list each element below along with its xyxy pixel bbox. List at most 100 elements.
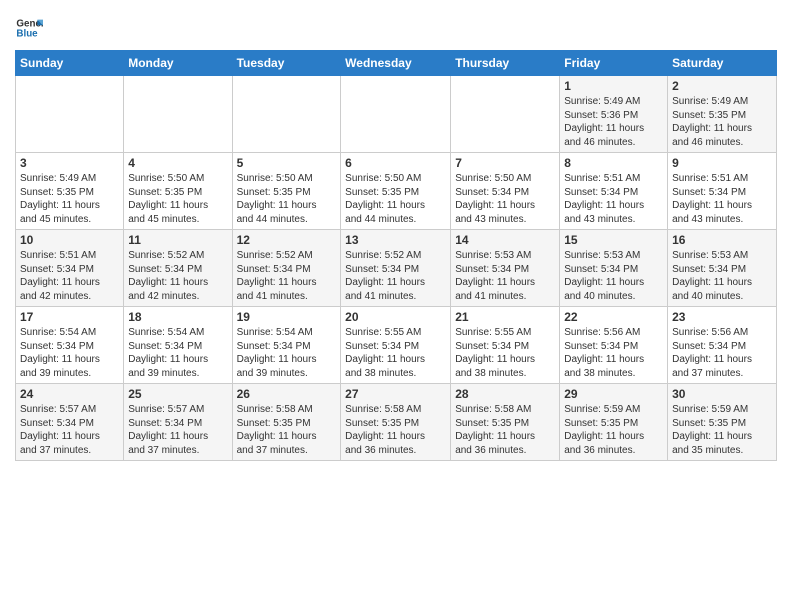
day-info: Sunrise: 5:59 AM Sunset: 5:35 PM Dayligh… xyxy=(672,403,772,457)
day-info: Sunrise: 5:51 AM Sunset: 5:34 PM Dayligh… xyxy=(564,172,663,226)
day-number: 26 xyxy=(237,387,337,401)
day-cell: 23Sunrise: 5:56 AM Sunset: 5:34 PM Dayli… xyxy=(668,307,777,384)
week-row-1: 1 Sunrise: 5:49 AM Sunset: 5:36 PM Daylig… xyxy=(16,76,777,153)
day-number: 28 xyxy=(455,387,555,401)
day-cell: 26 Sunrise: 5:58 AM Sunset: 5:35 PM Dayli… xyxy=(232,384,341,461)
day-cell: 10Sunrise: 5:51 AM Sunset: 5:34 PM Dayli… xyxy=(16,230,124,307)
day-cell: 15 Sunrise: 5:53 AM Sunset: 5:34 PM Dayli… xyxy=(560,230,668,307)
day-info: Sunrise: 5:54 AM Sunset: 5:34 PM Dayligh… xyxy=(237,326,337,380)
day-cell: 19 Sunrise: 5:54 AM Sunset: 5:34 PM Dayli… xyxy=(232,307,341,384)
day-cell: 22Sunrise: 5:56 AM Sunset: 5:34 PM Dayli… xyxy=(560,307,668,384)
day-cell: 13 Sunrise: 5:52 AM Sunset: 5:34 PM Dayli… xyxy=(341,230,451,307)
weekday-header-tuesday: Tuesday xyxy=(232,51,341,76)
day-cell: 30Sunrise: 5:59 AM Sunset: 5:35 PM Dayli… xyxy=(668,384,777,461)
weekday-header-saturday: Saturday xyxy=(668,51,777,76)
day-cell: 4 Sunrise: 5:50 AM Sunset: 5:35 PM Daylig… xyxy=(124,153,232,230)
day-info: Sunrise: 5:50 AM Sunset: 5:34 PM Dayligh… xyxy=(455,172,555,226)
calendar-body: 1 Sunrise: 5:49 AM Sunset: 5:36 PM Daylig… xyxy=(16,76,777,461)
day-cell: 16 Sunrise: 5:53 AM Sunset: 5:34 PM Dayli… xyxy=(668,230,777,307)
day-info: Sunrise: 5:49 AM Sunset: 5:36 PM Dayligh… xyxy=(564,95,663,149)
day-cell: 17 Sunrise: 5:54 AM Sunset: 5:34 PM Dayli… xyxy=(16,307,124,384)
weekday-header-thursday: Thursday xyxy=(451,51,560,76)
day-cell: 27 Sunrise: 5:58 AM Sunset: 5:35 PM Dayli… xyxy=(341,384,451,461)
day-info: Sunrise: 5:55 AM Sunset: 5:34 PM Dayligh… xyxy=(345,326,446,380)
day-info: Sunrise: 5:52 AM Sunset: 5:34 PM Dayligh… xyxy=(237,249,337,303)
day-number: 1 xyxy=(564,79,663,93)
day-info: Sunrise: 5:50 AM Sunset: 5:35 PM Dayligh… xyxy=(237,172,337,226)
day-info: Sunrise: 5:50 AM Sunset: 5:35 PM Dayligh… xyxy=(345,172,446,226)
logo-icon: General Blue xyxy=(15,14,43,42)
day-number: 8 xyxy=(564,156,663,170)
day-info: Sunrise: 5:59 AM Sunset: 5:35 PM Dayligh… xyxy=(564,403,663,457)
day-number: 5 xyxy=(237,156,337,170)
day-number: 2 xyxy=(672,79,772,93)
day-number: 14 xyxy=(455,233,555,247)
day-info: Sunrise: 5:49 AM Sunset: 5:35 PM Dayligh… xyxy=(20,172,119,226)
day-cell: 6 Sunrise: 5:50 AM Sunset: 5:35 PM Daylig… xyxy=(341,153,451,230)
day-number: 20 xyxy=(345,310,446,324)
day-number: 4 xyxy=(128,156,227,170)
day-cell: 18Sunrise: 5:54 AM Sunset: 5:34 PM Dayli… xyxy=(124,307,232,384)
day-number: 12 xyxy=(237,233,337,247)
day-info: Sunrise: 5:53 AM Sunset: 5:34 PM Dayligh… xyxy=(455,249,555,303)
day-cell: 11Sunrise: 5:52 AM Sunset: 5:34 PM Dayli… xyxy=(124,230,232,307)
day-number: 6 xyxy=(345,156,446,170)
header: General Blue xyxy=(15,10,777,42)
day-cell: 7 Sunrise: 5:50 AM Sunset: 5:34 PM Daylig… xyxy=(451,153,560,230)
day-info: Sunrise: 5:57 AM Sunset: 5:34 PM Dayligh… xyxy=(128,403,227,457)
day-info: Sunrise: 5:53 AM Sunset: 5:34 PM Dayligh… xyxy=(564,249,663,303)
day-cell: 8 Sunrise: 5:51 AM Sunset: 5:34 PM Daylig… xyxy=(560,153,668,230)
day-number: 21 xyxy=(455,310,555,324)
day-cell: 24Sunrise: 5:57 AM Sunset: 5:34 PM Dayli… xyxy=(16,384,124,461)
day-number: 11 xyxy=(128,233,227,247)
weekday-header-monday: Monday xyxy=(124,51,232,76)
day-cell: 21 Sunrise: 5:55 AM Sunset: 5:34 PM Dayli… xyxy=(451,307,560,384)
day-cell xyxy=(451,76,560,153)
day-number: 3 xyxy=(20,156,119,170)
day-info: Sunrise: 5:53 AM Sunset: 5:34 PM Dayligh… xyxy=(672,249,772,303)
calendar-table: SundayMondayTuesdayWednesdayThursdayFrid… xyxy=(15,50,777,461)
week-row-3: 10Sunrise: 5:51 AM Sunset: 5:34 PM Dayli… xyxy=(16,230,777,307)
day-number: 25 xyxy=(128,387,227,401)
weekday-header-sunday: Sunday xyxy=(16,51,124,76)
day-number: 17 xyxy=(20,310,119,324)
day-number: 19 xyxy=(237,310,337,324)
day-number: 24 xyxy=(20,387,119,401)
day-info: Sunrise: 5:54 AM Sunset: 5:34 PM Dayligh… xyxy=(128,326,227,380)
day-number: 23 xyxy=(672,310,772,324)
day-number: 16 xyxy=(672,233,772,247)
week-row-4: 17 Sunrise: 5:54 AM Sunset: 5:34 PM Dayli… xyxy=(16,307,777,384)
day-info: Sunrise: 5:49 AM Sunset: 5:35 PM Dayligh… xyxy=(672,95,772,149)
day-info: Sunrise: 5:54 AM Sunset: 5:34 PM Dayligh… xyxy=(20,326,119,380)
day-cell: 29Sunrise: 5:59 AM Sunset: 5:35 PM Dayli… xyxy=(560,384,668,461)
day-cell: 5 Sunrise: 5:50 AM Sunset: 5:35 PM Daylig… xyxy=(232,153,341,230)
day-cell: 25 Sunrise: 5:57 AM Sunset: 5:34 PM Dayli… xyxy=(124,384,232,461)
day-info: Sunrise: 5:56 AM Sunset: 5:34 PM Dayligh… xyxy=(564,326,663,380)
logo: General Blue xyxy=(15,14,45,42)
weekday-row: SundayMondayTuesdayWednesdayThursdayFrid… xyxy=(16,51,777,76)
day-number: 27 xyxy=(345,387,446,401)
day-info: Sunrise: 5:58 AM Sunset: 5:35 PM Dayligh… xyxy=(455,403,555,457)
weekday-header-friday: Friday xyxy=(560,51,668,76)
day-info: Sunrise: 5:58 AM Sunset: 5:35 PM Dayligh… xyxy=(237,403,337,457)
day-number: 7 xyxy=(455,156,555,170)
day-cell: 12 Sunrise: 5:52 AM Sunset: 5:34 PM Dayli… xyxy=(232,230,341,307)
day-info: Sunrise: 5:58 AM Sunset: 5:35 PM Dayligh… xyxy=(345,403,446,457)
day-info: Sunrise: 5:50 AM Sunset: 5:35 PM Dayligh… xyxy=(128,172,227,226)
day-cell: 3 Sunrise: 5:49 AM Sunset: 5:35 PM Daylig… xyxy=(16,153,124,230)
day-info: Sunrise: 5:51 AM Sunset: 5:34 PM Dayligh… xyxy=(672,172,772,226)
day-cell: 2 Sunrise: 5:49 AM Sunset: 5:35 PM Daylig… xyxy=(668,76,777,153)
day-cell xyxy=(16,76,124,153)
day-number: 13 xyxy=(345,233,446,247)
weekday-header-wednesday: Wednesday xyxy=(341,51,451,76)
day-cell xyxy=(341,76,451,153)
svg-text:Blue: Blue xyxy=(16,28,38,39)
day-info: Sunrise: 5:52 AM Sunset: 5:34 PM Dayligh… xyxy=(345,249,446,303)
day-cell: 20 Sunrise: 5:55 AM Sunset: 5:34 PM Dayli… xyxy=(341,307,451,384)
day-cell: 28 Sunrise: 5:58 AM Sunset: 5:35 PM Dayli… xyxy=(451,384,560,461)
day-cell xyxy=(124,76,232,153)
calendar-header: SundayMondayTuesdayWednesdayThursdayFrid… xyxy=(16,51,777,76)
day-info: Sunrise: 5:55 AM Sunset: 5:34 PM Dayligh… xyxy=(455,326,555,380)
day-info: Sunrise: 5:51 AM Sunset: 5:34 PM Dayligh… xyxy=(20,249,119,303)
day-number: 15 xyxy=(564,233,663,247)
